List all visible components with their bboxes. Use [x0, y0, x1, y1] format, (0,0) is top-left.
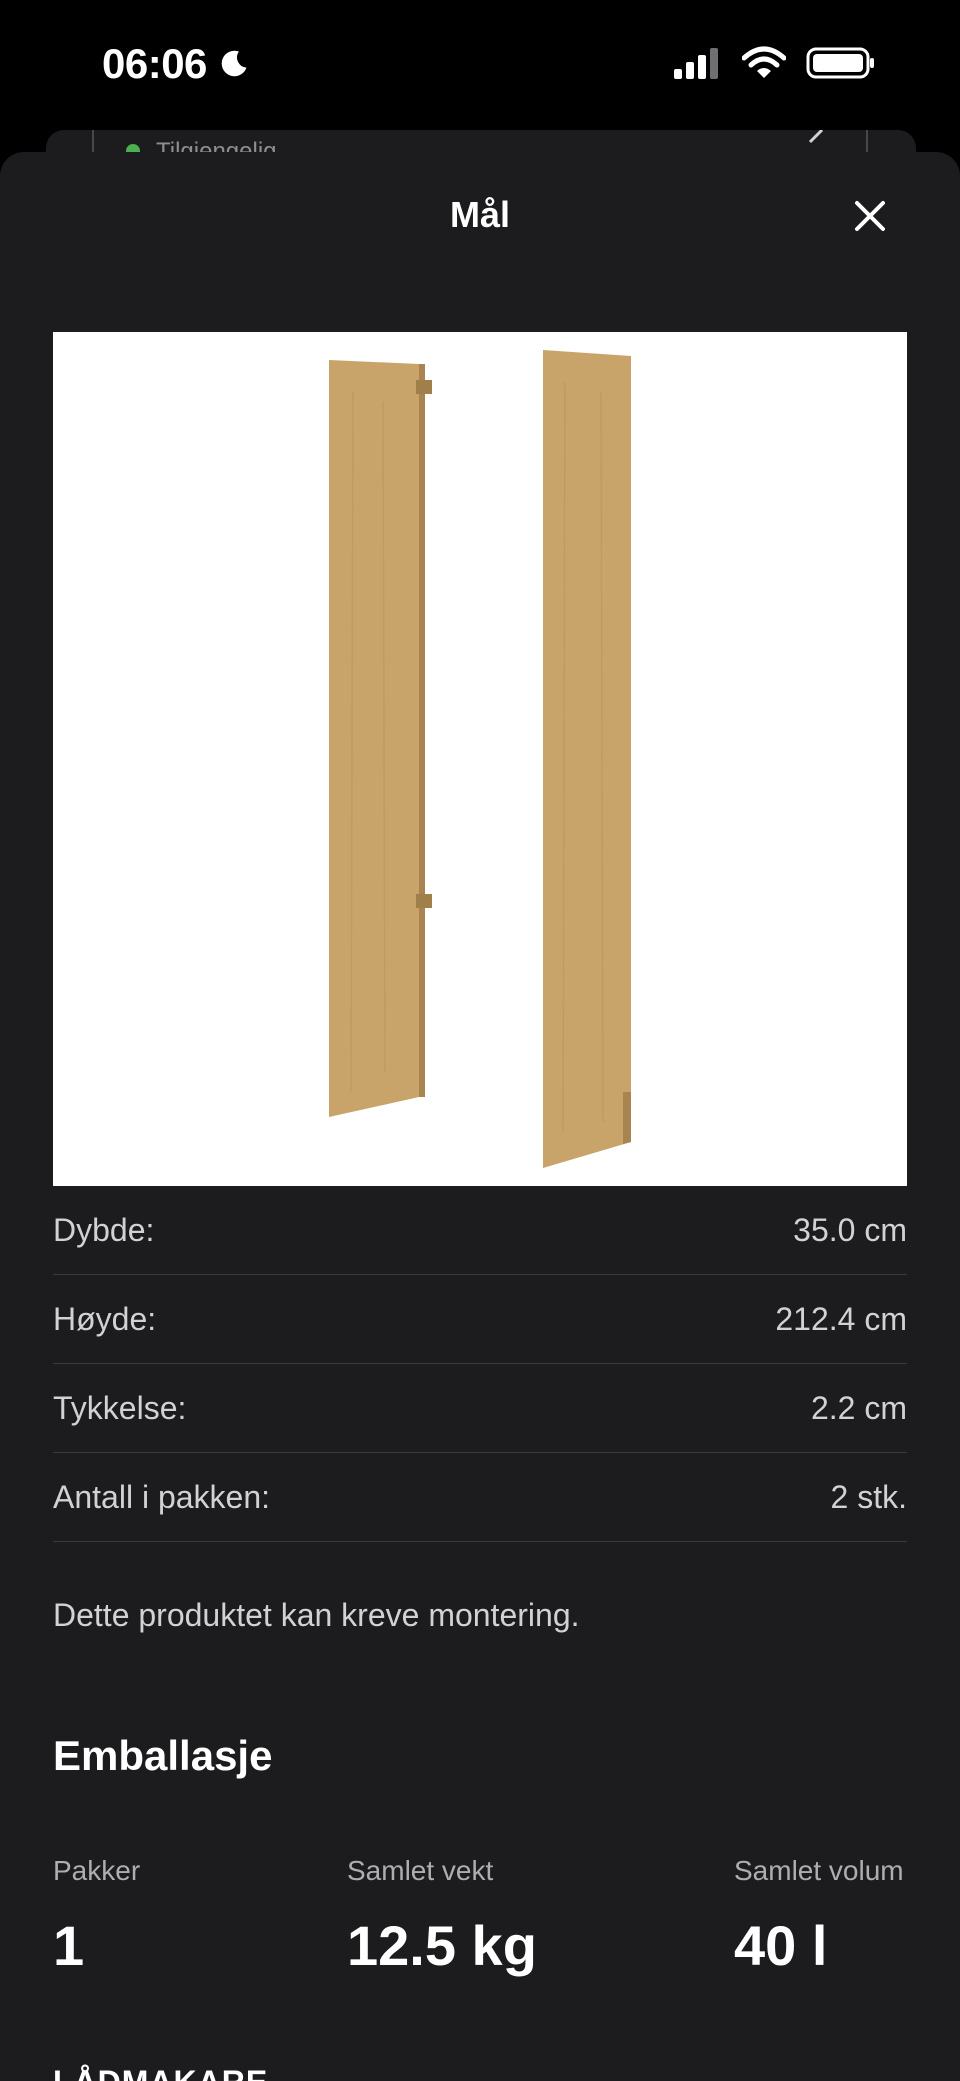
dimension-row: Høyde: 212.4 cm — [53, 1275, 907, 1364]
status-time: 06:06 — [102, 40, 251, 88]
weight-value: 12.5 kg — [347, 1914, 537, 1977]
dimension-label: Antall i pakken: — [53, 1478, 271, 1515]
dimension-value: 35.0 cm — [793, 1211, 907, 1248]
weight-label: Samlet vekt — [347, 1855, 494, 1886]
dimensions-sheet: Mål Dybde: 35.0 cm Høyde: 212.4 cm Tykke… — [0, 152, 960, 2081]
dimension-label: Høyde: — [53, 1300, 157, 1337]
volume-value: 40 l — [734, 1914, 828, 1977]
dimension-label: Dybde: — [53, 1211, 155, 1248]
cellular-signal-icon — [674, 48, 718, 79]
assembly-note: Dette produktet kan kreve montering. — [53, 1597, 580, 1633]
status-indicators — [672, 46, 876, 80]
packages-stat: Pakker 1 — [53, 1855, 140, 1978]
sheet-title: Mål — [449, 194, 510, 235]
dimension-row: Dybde: 35.0 cm — [53, 1186, 907, 1275]
packaging-heading: Emballasje — [53, 1732, 273, 1779]
volume-stat: Samlet volum 40 l — [734, 1855, 904, 1978]
wifi-icon — [742, 46, 786, 78]
dimensions-list: Dybde: 35.0 cm Høyde: 212.4 cm Tykkelse:… — [53, 1186, 907, 1542]
wood-panels-illustration — [329, 350, 631, 1168]
packages-label: Pakker — [53, 1855, 141, 1886]
weight-stat: Samlet vekt 12.5 kg — [347, 1855, 537, 1978]
battery-icon — [806, 47, 874, 79]
dimension-value: 2.2 cm — [810, 1389, 907, 1426]
moon-icon — [221, 50, 247, 77]
chevron-icon — [808, 130, 824, 144]
dimension-row: Antall i pakken: 2 stk. — [53, 1453, 907, 1542]
volume-label: Samlet volum — [734, 1855, 904, 1886]
status-bar: 06:06 — [0, 0, 960, 130]
dimension-value: 2 stk. — [830, 1478, 907, 1515]
time-text: 06:06 — [102, 40, 207, 87]
product-image — [53, 332, 907, 1186]
dimension-row: Tykkelse: 2.2 cm — [53, 1364, 907, 1453]
close-icon — [855, 201, 885, 231]
close-button[interactable] — [848, 194, 892, 238]
dimension-label: Tykkelse: — [53, 1389, 187, 1426]
packages-value: 1 — [53, 1914, 85, 1977]
dimension-value: 212.4 cm — [775, 1300, 907, 1337]
next-section-heading: LÅDMAKARE — [53, 2064, 268, 2081]
